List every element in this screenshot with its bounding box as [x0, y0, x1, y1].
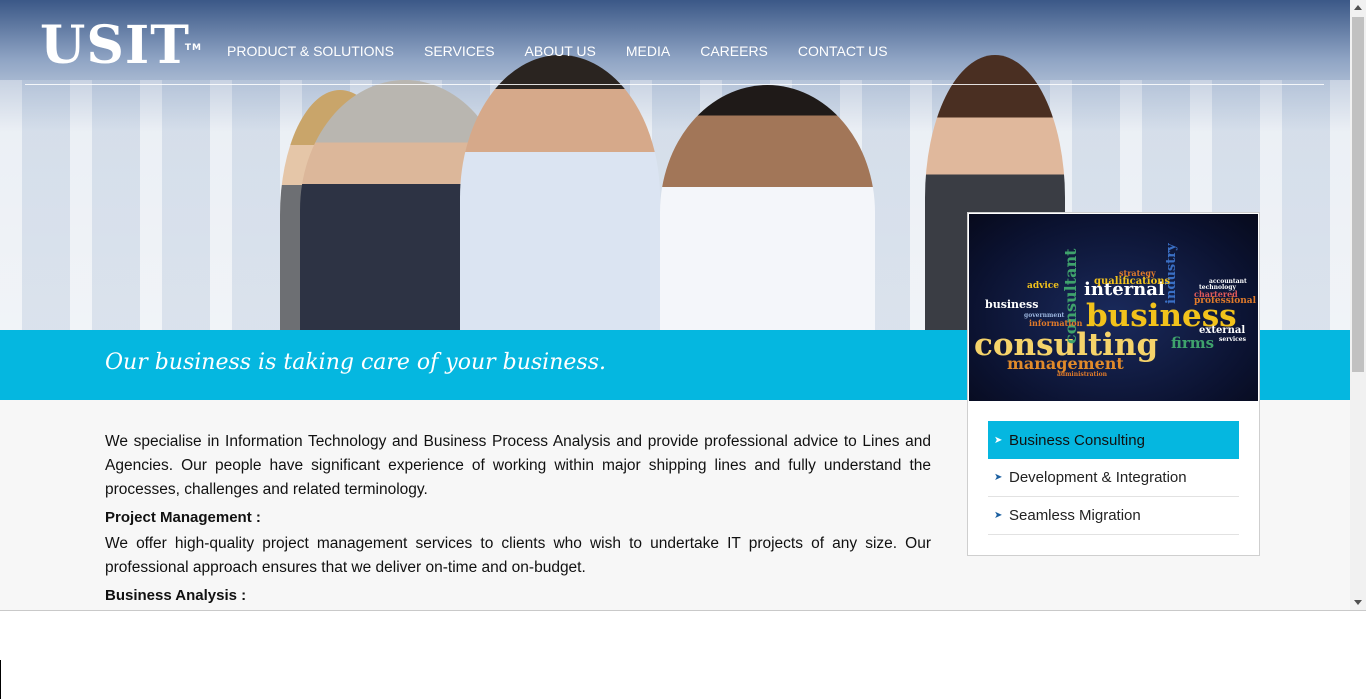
word-cloud-word: industry [1164, 243, 1179, 304]
word-cloud-word: business [985, 298, 1039, 311]
scrollbar-thumb[interactable] [1352, 17, 1364, 372]
intro-paragraph: We specialise in Information Technology … [105, 433, 931, 498]
word-cloud-word: information [1029, 318, 1083, 328]
page-viewport: USIT TM PRODUCT & SOLUTIONS SERVICES ABOU… [0, 0, 1366, 611]
word-cloud-word: administration [1057, 371, 1107, 378]
word-cloud-word: strategy [1119, 268, 1156, 278]
service-item-label: Development & Integration [1009, 469, 1187, 486]
nav-careers[interactable]: CAREERS [700, 43, 768, 59]
nav-product-solutions[interactable]: PRODUCT & SOLUTIONS [227, 43, 394, 59]
hero-person-3 [460, 55, 660, 330]
vertical-scrollbar[interactable] [1350, 0, 1366, 610]
consulting-word-cloud-image: business consulting management internal … [969, 214, 1258, 401]
services-list: ➤ Business Consulting ➤ Development & In… [988, 421, 1239, 535]
nav-contact-us[interactable]: CONTACT US [798, 43, 888, 59]
section-heading-business-analysis: Business Analysis : [105, 587, 247, 604]
logo-text: USIT [40, 15, 190, 76]
word-cloud-word: technology [1199, 284, 1236, 291]
chevron-right-icon: ➤ [994, 472, 1003, 483]
main-nav: PRODUCT & SOLUTIONS SERVICES ABOUT US ME… [227, 43, 888, 59]
nav-about-us[interactable]: ABOUT US [525, 43, 596, 59]
word-cloud-word: external [1199, 325, 1246, 336]
chevron-right-icon: ➤ [994, 510, 1003, 521]
main-content: We specialise in Information Technology … [105, 430, 931, 610]
scroll-up-arrow-icon[interactable] [1354, 5, 1362, 10]
word-cloud-word: consultant [1061, 248, 1080, 344]
word-cloud-word: services [1219, 336, 1246, 343]
hero-person-4 [660, 85, 875, 330]
word-cloud-word: firms [1171, 334, 1215, 352]
service-item-business-consulting[interactable]: ➤ Business Consulting [988, 421, 1239, 459]
tagline: Our business is taking care of your busi… [105, 350, 606, 375]
site-header: USIT TM PRODUCT & SOLUTIONS SERVICES ABOU… [25, 0, 1324, 85]
service-item-seamless-migration[interactable]: ➤ Seamless Migration [988, 497, 1239, 535]
word-cloud-word: government [1024, 312, 1065, 319]
section-text-project-management: We offer high-quality project management… [105, 535, 931, 576]
nav-media[interactable]: MEDIA [626, 43, 670, 59]
section-heading-project-management: Project Management : [105, 509, 261, 526]
scroll-down-arrow-icon[interactable] [1354, 600, 1362, 605]
text-cursor [0, 660, 1, 699]
services-sidebar: business consulting management internal … [967, 212, 1260, 556]
service-item-label: Seamless Migration [1009, 507, 1141, 524]
nav-services[interactable]: SERVICES [424, 43, 495, 59]
word-cloud-word: advice [1027, 281, 1059, 291]
service-item-label: Business Consulting [1009, 431, 1145, 449]
site-logo[interactable]: USIT TM [40, 15, 201, 76]
trademark-mark: TM [184, 43, 202, 53]
service-item-development-integration[interactable]: ➤ Development & Integration [988, 459, 1239, 497]
chevron-right-icon: ➤ [994, 434, 1003, 446]
